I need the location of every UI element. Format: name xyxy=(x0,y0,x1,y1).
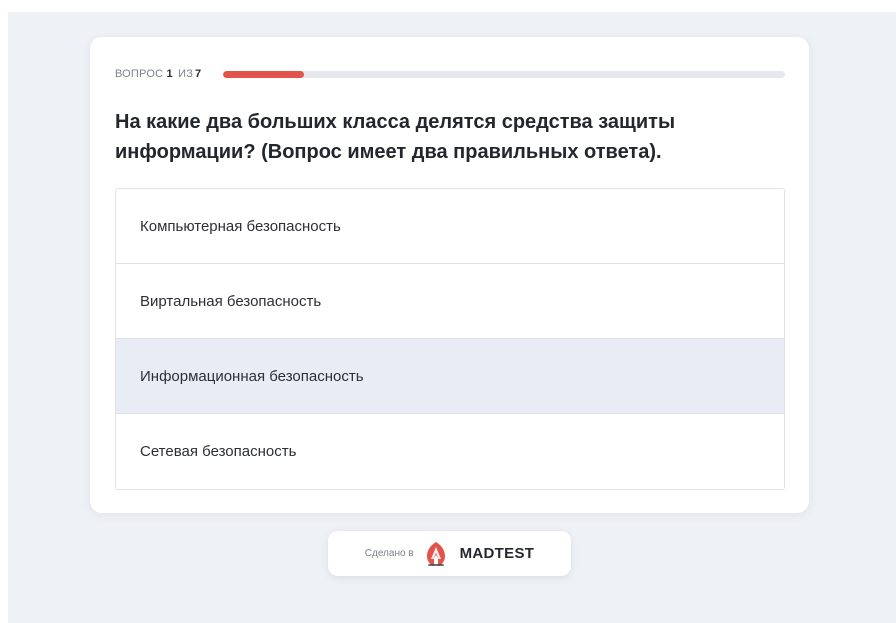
counter-total: 7 xyxy=(195,68,202,80)
answer-option[interactable]: Сетевая безопасность xyxy=(116,414,784,489)
answer-option-label: Компьютерная безопасность xyxy=(140,217,341,235)
answer-option-label: Сетевая безопасность xyxy=(140,443,297,460)
brand-name: MADTEST xyxy=(459,545,535,562)
question-text: На какие два больших класса делятся сред… xyxy=(115,111,676,163)
answer-options: Компьютерная безопасность Виртальная без… xyxy=(115,188,785,490)
counter-of: ИЗ xyxy=(178,68,194,80)
answer-option-label: Виртальная безопасность xyxy=(140,292,322,310)
made-with-badge[interactable]: Сделано в MADTEST xyxy=(328,531,571,576)
answer-option[interactable]: Виртальная безопасность xyxy=(116,264,784,339)
counter-current: 1 xyxy=(166,68,173,80)
progress-bar-fill xyxy=(223,70,304,78)
madtest-logo-icon xyxy=(424,541,448,567)
counter-label: ВОПРОС xyxy=(115,68,164,80)
answer-option-label: Информационная безопасность xyxy=(140,367,364,385)
question-counter: ВОПРОС 1 ИЗ 7 xyxy=(115,68,201,80)
answer-option[interactable]: Информационная безопасность xyxy=(116,339,784,414)
answer-option[interactable]: Компьютерная безопасность xyxy=(116,189,784,264)
quiz-card: ВОПРОС 1 ИЗ 7 На какие два больших класса… xyxy=(90,37,809,513)
progress-bar xyxy=(223,70,785,78)
progress-row: ВОПРОС 1 ИЗ 7 xyxy=(115,67,785,81)
made-in-text: Сделано в xyxy=(364,548,414,559)
